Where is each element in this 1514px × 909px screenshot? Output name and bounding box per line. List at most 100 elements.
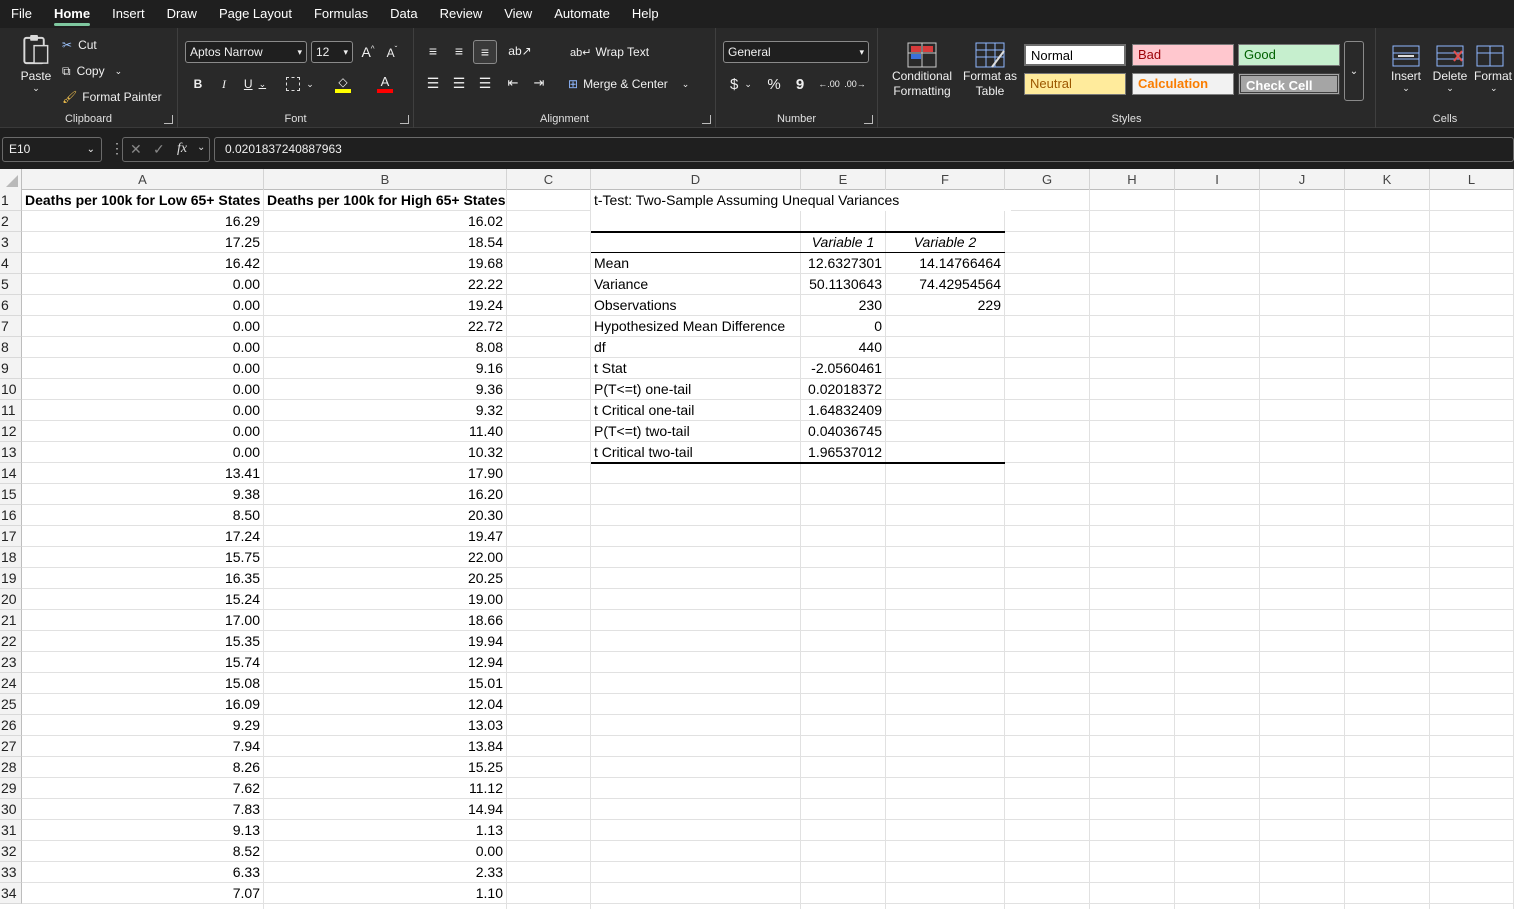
menu-data[interactable]: Data [379, 0, 428, 28]
row-header[interactable]: 24 [0, 673, 22, 694]
style-good[interactable]: Good [1238, 44, 1340, 66]
row-header[interactable]: 4 [0, 253, 22, 274]
cell-a-value[interactable]: 0.00 [22, 400, 263, 421]
cell-a-value[interactable]: 17.24 [22, 526, 263, 547]
row-header[interactable]: 9 [0, 358, 22, 379]
ttest-row-var1[interactable]: 12.6327301 [801, 253, 885, 274]
comma-button[interactable]: 9 [792, 74, 808, 94]
cell-a-value[interactable]: 15.08 [22, 673, 263, 694]
style-check-cell[interactable]: Check Cell [1238, 73, 1340, 95]
column-header-l[interactable]: L [1430, 169, 1514, 190]
style-normal[interactable]: Normal [1024, 44, 1126, 66]
bold-button[interactable]: B [190, 74, 206, 94]
ttest-row-var1[interactable]: 440 [801, 337, 885, 358]
row-header[interactable]: 17 [0, 526, 22, 547]
cell-b-value[interactable]: 15.01 [264, 673, 506, 694]
row-header[interactable]: 13 [0, 442, 22, 463]
cell-a-value[interactable]: 0.00 [22, 274, 263, 295]
row-header[interactable]: 19 [0, 568, 22, 589]
copy-button[interactable]: ⧉ Copy ⌄ [62, 62, 122, 80]
row-header[interactable]: 28 [0, 757, 22, 778]
row-header[interactable]: 6 [0, 295, 22, 316]
ttest-row-var2[interactable]: 14.14766464 [886, 253, 1004, 274]
grow-font-button[interactable]: A^ [358, 42, 378, 62]
ttest-row-label[interactable]: P(T<=t) two-tail [591, 421, 800, 442]
ttest-row-var2[interactable]: 74.42954564 [886, 274, 1004, 295]
ttest-row-label[interactable]: t Critical one-tail [591, 400, 800, 421]
cell-a-value[interactable]: 8.26 [22, 757, 263, 778]
font-size-dropdown[interactable]: 12 ▾ [311, 41, 353, 63]
cell-a-value[interactable]: 0.00 [22, 442, 263, 463]
cell-b-value[interactable]: 13.03 [264, 715, 506, 736]
cell-a-value[interactable]: 17.00 [22, 610, 263, 631]
column-header-c[interactable]: C [507, 169, 591, 190]
cell-b-value[interactable]: 22.22 [264, 274, 506, 295]
cell-a-value[interactable]: 16.09 [22, 694, 263, 715]
style-neutral[interactable]: Neutral [1024, 73, 1126, 95]
ttest-variable-1-header[interactable]: Variable 1 [801, 232, 885, 253]
row-header[interactable]: 7 [0, 316, 22, 337]
cell-a-value[interactable]: 15.35 [22, 631, 263, 652]
cell-b-value[interactable]: 19.24 [264, 295, 506, 316]
cell-b-value[interactable]: 22.00 [264, 547, 506, 568]
cell-a-value[interactable]: 9.38 [22, 484, 263, 505]
cell-a-value[interactable]: 9.13 [22, 820, 263, 841]
cell-b-value[interactable]: 20.30 [264, 505, 506, 526]
cell-a-value[interactable]: 16.29 [22, 211, 263, 232]
align-left-button[interactable]: ☰ [424, 74, 442, 92]
row-header[interactable]: 18 [0, 547, 22, 568]
column-header-g[interactable]: G [1005, 169, 1090, 190]
font-name-dropdown[interactable]: Aptos Narrow ▾ [185, 41, 307, 63]
number-format-dropdown[interactable]: General ▾ [723, 41, 869, 63]
cell-b-value[interactable]: 12.04 [264, 694, 506, 715]
spreadsheet-grid[interactable]: ABCDEFGHIJKL 1 2 3 4 5 6 7 8 9 10 11 12 13 14 15 16 17 18… [0, 169, 1514, 909]
cell-a-value[interactable]: 15.74 [22, 652, 263, 673]
borders-button[interactable]: ⌄ [282, 74, 318, 94]
cell-a-value[interactable]: 9.29 [22, 715, 263, 736]
percent-button[interactable]: % [764, 74, 784, 94]
cell-a-value[interactable]: 16.35 [22, 568, 263, 589]
ttest-row-var1[interactable]: 0.02018372 [801, 379, 885, 400]
italic-button[interactable]: I [216, 74, 232, 94]
increase-decimal-button[interactable]: ←.00 [818, 74, 840, 94]
column-header-f[interactable]: F [886, 169, 1005, 190]
increase-indent-button[interactable]: ⇥ [530, 74, 548, 92]
conditional-formatting-button[interactable]: Conditional Formatting [882, 36, 962, 104]
cell-a-value[interactable]: 7.94 [22, 736, 263, 757]
number-launcher-icon[interactable] [864, 115, 873, 124]
row-header[interactable]: 21 [0, 610, 22, 631]
fill-color-button[interactable]: ◇ [326, 72, 360, 96]
cell-a-value[interactable]: 0.00 [22, 379, 263, 400]
ttest-variable-2-header[interactable]: Variable 2 [886, 232, 1004, 253]
row-header[interactable]: 30 [0, 799, 22, 820]
underline-button[interactable]: U ⌄ [240, 74, 270, 94]
menu-home[interactable]: Home [43, 0, 101, 28]
cell-a-value[interactable]: 0.00 [22, 421, 263, 442]
cell-b-value[interactable]: 18.66 [264, 610, 506, 631]
ttest-row-var1[interactable]: 0 [801, 316, 885, 337]
row-header[interactable]: 23 [0, 652, 22, 673]
ttest-row-label[interactable]: Hypothesized Mean Difference [591, 316, 800, 337]
menu-review[interactable]: Review [429, 0, 494, 28]
cell-b-value[interactable]: 17.90 [264, 463, 506, 484]
cell-a-value[interactable]: 15.75 [22, 547, 263, 568]
ttest-row-var1[interactable]: 1.64832409 [801, 400, 885, 421]
row-header[interactable]: 14 [0, 463, 22, 484]
cut-button[interactable]: ✂ Cut [62, 36, 97, 54]
style-calculation[interactable]: Calculation [1132, 73, 1234, 95]
row-header[interactable]: 22 [0, 631, 22, 652]
menu-formulas[interactable]: Formulas [303, 0, 379, 28]
row-header[interactable]: 32 [0, 841, 22, 862]
font-launcher-icon[interactable] [400, 115, 409, 124]
format-cells-button[interactable]: Format ⌄ [1474, 36, 1514, 100]
row-header[interactable]: 2 [0, 211, 22, 232]
cell-b-value[interactable]: 15.25 [264, 757, 506, 778]
cell-a-value[interactable]: 13.41 [22, 463, 263, 484]
cell-a-value[interactable]: 7.62 [22, 778, 263, 799]
cell-b-value[interactable]: 19.68 [264, 253, 506, 274]
row-header[interactable]: 1 [0, 190, 22, 211]
cell-b-value[interactable]: 18.54 [264, 232, 506, 253]
cell-b-value[interactable]: 20.25 [264, 568, 506, 589]
menu-draw[interactable]: Draw [156, 0, 208, 28]
ttest-row-label[interactable]: Observations [591, 295, 800, 316]
